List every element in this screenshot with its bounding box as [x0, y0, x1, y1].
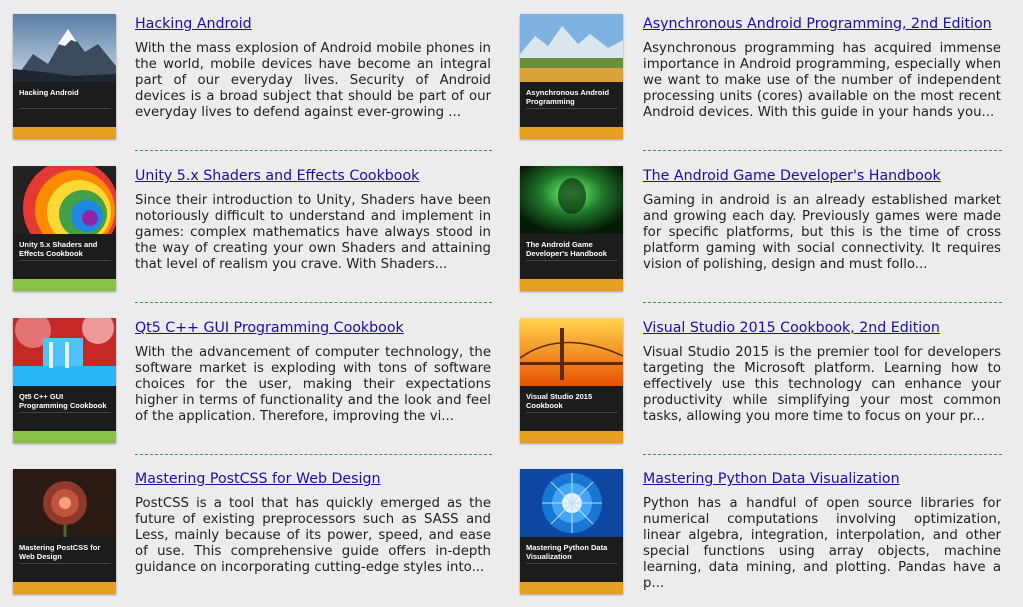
- book-info: Mastering PostCSS for Web Design PostCSS…: [135, 469, 491, 576]
- cover-footer-bar: [520, 582, 623, 594]
- cover-title: Qt5 C++ GUI Programming Cookbook: [19, 392, 107, 410]
- cover-art-dome: [520, 469, 623, 537]
- cover-rule: [526, 563, 618, 572]
- cover-title: Mastering Python Data Visualization: [526, 543, 608, 561]
- cover-title: Hacking Android: [19, 88, 79, 97]
- book-title-link[interactable]: Unity 5.x Shaders and Effects Cookbook: [135, 167, 491, 185]
- book-cover[interactable]: Hacking Android: [13, 14, 116, 139]
- book-cover[interactable]: Mastering Python Data Visualization: [520, 469, 623, 594]
- cover-title: Asynchronous Android Programming: [526, 88, 610, 106]
- book-cover[interactable]: The Android Game Developer's Handbook: [520, 166, 623, 291]
- book-info: Hacking Android With the mass explosion …: [135, 14, 491, 121]
- book-description: Gaming in android is an already establis…: [643, 193, 1001, 272]
- book-cover[interactable]: Unity 5.x Shaders and Effects Cookbook: [13, 166, 116, 291]
- book-cover[interactable]: Visual Studio 2015 Cookbook: [520, 318, 623, 443]
- cover-rule: [19, 260, 111, 269]
- cover-art-green-glow: [520, 166, 623, 234]
- book-info: Qt5 C++ GUI Programming Cookbook With th…: [135, 318, 491, 425]
- cover-art-mountain: [13, 14, 116, 82]
- cover-title: Unity 5.x Shaders and Effects Cookbook: [19, 240, 98, 258]
- book-cover[interactable]: Mastering PostCSS for Web Design: [13, 469, 116, 594]
- cover-footer-bar: [13, 279, 116, 291]
- cover-footer-bar: [520, 279, 623, 291]
- dashed-separator: [643, 454, 1002, 455]
- book-title-link[interactable]: Mastering PostCSS for Web Design: [135, 470, 491, 488]
- book-description: With the advancement of computer technol…: [135, 345, 491, 424]
- book-info: Asynchronous Android Programming, 2nd Ed…: [643, 14, 1001, 121]
- book-cover[interactable]: Asynchronous Android Programming: [520, 14, 623, 139]
- book-description: Since their introduction to Unity, Shade…: [135, 193, 491, 272]
- cover-art-waterfall: [13, 318, 116, 386]
- book-description: Asynchronous programming has acquired im…: [643, 41, 1001, 120]
- book-info: Visual Studio 2015 Cookbook, 2nd Edition…: [643, 318, 1001, 425]
- book-title-link[interactable]: Asynchronous Android Programming, 2nd Ed…: [643, 15, 1001, 33]
- cover-footer-bar: [520, 431, 623, 443]
- cover-art-lake: [520, 14, 623, 82]
- cover-title: Mastering PostCSS for Web Design: [19, 543, 101, 561]
- cover-footer-bar: [13, 127, 116, 139]
- cover-rule: [526, 412, 618, 421]
- cover-rule: [526, 260, 618, 269]
- cover-art-flower: [13, 469, 116, 537]
- book-grid: Hacking Android Hacking Android With the…: [0, 0, 1023, 607]
- book-info: Mastering Python Data Visualization Pyth…: [643, 469, 1001, 592]
- dashed-separator: [135, 454, 492, 455]
- dashed-separator: [135, 150, 492, 151]
- cover-rule: [19, 412, 111, 421]
- cover-art-rainbow: [13, 166, 116, 234]
- book-description: Python has a handful of open source libr…: [643, 496, 1001, 591]
- cover-rule: [19, 108, 111, 117]
- cover-footer-bar: [13, 431, 116, 443]
- book-description: With the mass explosion of Android mobil…: [135, 41, 491, 120]
- book-title-link[interactable]: Mastering Python Data Visualization: [643, 470, 1001, 488]
- cover-art-bridge: [520, 318, 623, 386]
- book-title-link[interactable]: Qt5 C++ GUI Programming Cookbook: [135, 319, 491, 337]
- dashed-separator: [643, 150, 1002, 151]
- book-description: Visual Studio 2015 is the premier tool f…: [643, 345, 1001, 424]
- book-description: PostCSS is a tool that has quickly emerg…: [135, 496, 491, 575]
- book-info: The Android Game Developer's Handbook Ga…: [643, 166, 1001, 273]
- cover-title: The Android Game Developer's Handbook: [526, 240, 607, 258]
- dashed-separator: [643, 302, 1002, 303]
- book-title-link[interactable]: The Android Game Developer's Handbook: [643, 167, 1001, 185]
- cover-rule: [19, 563, 111, 572]
- book-cover[interactable]: Qt5 C++ GUI Programming Cookbook: [13, 318, 116, 443]
- dashed-separator: [135, 302, 492, 303]
- book-title-link[interactable]: Hacking Android: [135, 15, 491, 33]
- book-title-link[interactable]: Visual Studio 2015 Cookbook, 2nd Edition: [643, 319, 1001, 337]
- cover-footer-bar: [13, 582, 116, 594]
- book-info: Unity 5.x Shaders and Effects Cookbook S…: [135, 166, 491, 273]
- cover-rule: [526, 108, 618, 117]
- cover-title: Visual Studio 2015 Cookbook: [526, 392, 593, 410]
- cover-footer-bar: [520, 127, 623, 139]
